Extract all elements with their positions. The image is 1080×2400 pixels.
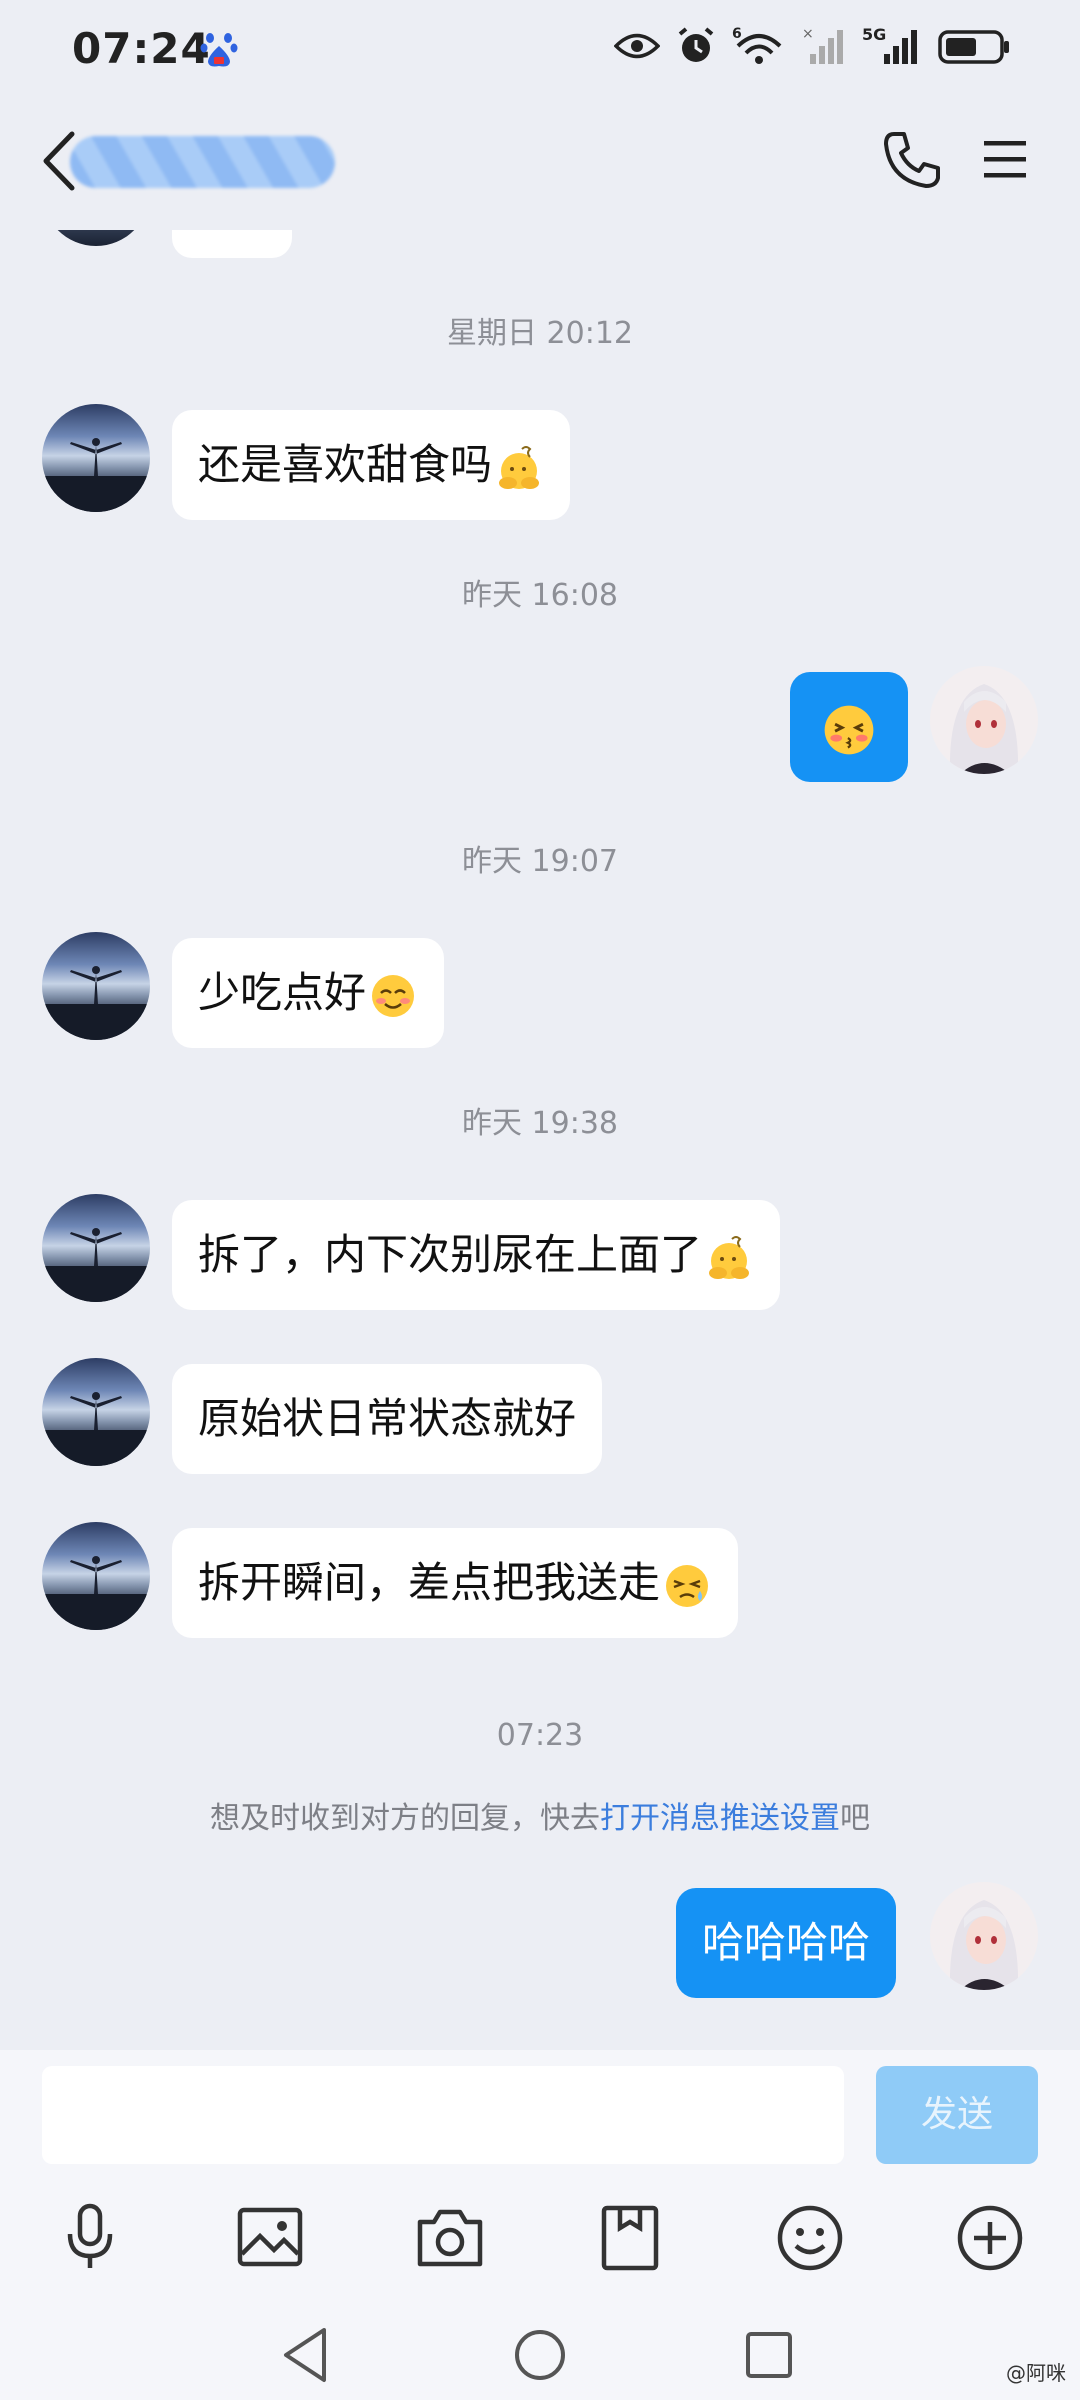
- my-avatar[interactable]: [930, 666, 1038, 774]
- anime-girl-avatar-icon: [949, 1900, 1019, 1990]
- silhouette-avatar-icon: [42, 966, 150, 1040]
- watermark: @阿咪: [1006, 2361, 1066, 2385]
- message-bubble-outgoing[interactable]: [790, 672, 908, 782]
- baidu-icon: [200, 33, 238, 67]
- cellular-5g-icon: 5G: [862, 26, 917, 64]
- status-bar: 07:24 6 × 5G: [0, 0, 1080, 100]
- chat-area[interactable]: 星期日 20:12 还是喜欢甜食吗 昨天 16:08 昨天 19:07 少吃点好…: [0, 0, 1080, 2050]
- cellular-icon: ×: [802, 26, 843, 64]
- message-bubble-outgoing[interactable]: 哈哈哈哈: [676, 1888, 897, 1998]
- speechless-emoji-icon: [666, 1564, 709, 1607]
- emoji-icon[interactable]: [770, 2198, 850, 2278]
- message-timestamp: 昨天 19:07: [462, 844, 618, 879]
- message-timestamp: 昨天 19:38: [462, 1106, 618, 1141]
- message-timestamp: 07:23: [496, 1718, 584, 1753]
- contact-avatar[interactable]: [42, 1522, 150, 1630]
- plus-icon[interactable]: [950, 2198, 1030, 2278]
- silhouette-avatar-icon: [42, 1392, 150, 1466]
- open-push-settings-link[interactable]: 打开消息推送设置: [600, 1801, 840, 1836]
- message-timestamp: 星期日 20:12: [447, 316, 633, 351]
- svg-text:6: 6: [732, 26, 742, 42]
- message-text: 少吃点好: [198, 968, 367, 1017]
- thinking-hands-emoji-icon: [709, 1235, 750, 1279]
- camera-icon[interactable]: [410, 2198, 490, 2278]
- message-composer: 发送: [0, 2050, 1080, 2400]
- contact-avatar[interactable]: [42, 932, 150, 1040]
- my-avatar[interactable]: [930, 1882, 1038, 1990]
- image-icon[interactable]: [230, 2198, 310, 2278]
- microphone-icon[interactable]: [50, 2198, 130, 2278]
- file-icon[interactable]: [590, 2198, 670, 2278]
- nav-recents-icon[interactable]: [734, 2320, 804, 2390]
- message-text: 拆开瞬间，差点把我送走: [198, 1558, 661, 1607]
- message-bubble-incoming[interactable]: 还是喜欢甜食吗: [172, 410, 571, 520]
- message-bubble-incoming[interactable]: 拆了，内下次别尿在上面了: [172, 1200, 781, 1310]
- notice-text: 想及时收到对方的回复，快去: [210, 1801, 600, 1836]
- status-icons: 6 × 5G: [614, 26, 1010, 66]
- push-notification-notice: 想及时收到对方的回复，快去打开消息推送设置吧: [0, 1793, 1080, 1837]
- silhouette-avatar-icon: [42, 1228, 150, 1302]
- message-text: 还是喜欢甜食吗: [198, 440, 493, 489]
- silhouette-avatar-icon: [42, 1556, 150, 1630]
- smile-emoji-icon: [372, 974, 415, 1017]
- anime-girl-avatar-icon: [949, 684, 1019, 774]
- phone-icon[interactable]: [880, 128, 944, 192]
- message-text: 哈哈哈哈: [702, 1918, 871, 1967]
- wifi-icon: 6: [732, 26, 782, 64]
- contact-avatar[interactable]: [42, 404, 150, 512]
- contact-avatar[interactable]: [42, 1358, 150, 1466]
- send-button[interactable]: 发送: [876, 2066, 1038, 2164]
- nav-back-icon[interactable]: [272, 2320, 342, 2390]
- status-time: 07:24: [72, 24, 211, 73]
- contact-name-redacted[interactable]: [70, 136, 335, 188]
- system-navigation-bar: [0, 2310, 1080, 2400]
- svg-text:×: ×: [802, 26, 814, 42]
- chat-header: [0, 100, 1080, 230]
- message-bubble-incoming[interactable]: 拆开瞬间，差点把我送走: [172, 1528, 739, 1638]
- menu-icon[interactable]: [980, 134, 1030, 184]
- message-input[interactable]: [42, 2066, 844, 2164]
- message-bubble-incoming[interactable]: 少吃点好: [172, 938, 445, 1048]
- message-text: 拆了，内下次别尿在上面了: [198, 1230, 703, 1279]
- kiss-emoji-icon: [824, 705, 874, 754]
- contact-avatar[interactable]: [42, 1194, 150, 1302]
- alarm-icon: [678, 27, 714, 62]
- silhouette-avatar-icon: [42, 438, 150, 512]
- message-bubble-incoming[interactable]: 原始状日常状态就好: [172, 1364, 603, 1474]
- nav-home-icon[interactable]: [505, 2320, 575, 2390]
- battery-icon: [938, 30, 1009, 64]
- notice-suffix: 吧: [840, 1801, 870, 1836]
- composer-toolbar: [0, 2198, 1080, 2288]
- message-timestamp: 昨天 16:08: [462, 578, 618, 613]
- message-text: 原始状日常状态就好: [198, 1394, 577, 1443]
- svg-text:5G: 5G: [862, 26, 886, 44]
- eye-icon: [614, 33, 660, 59]
- thinking-hands-emoji-icon: [499, 445, 540, 489]
